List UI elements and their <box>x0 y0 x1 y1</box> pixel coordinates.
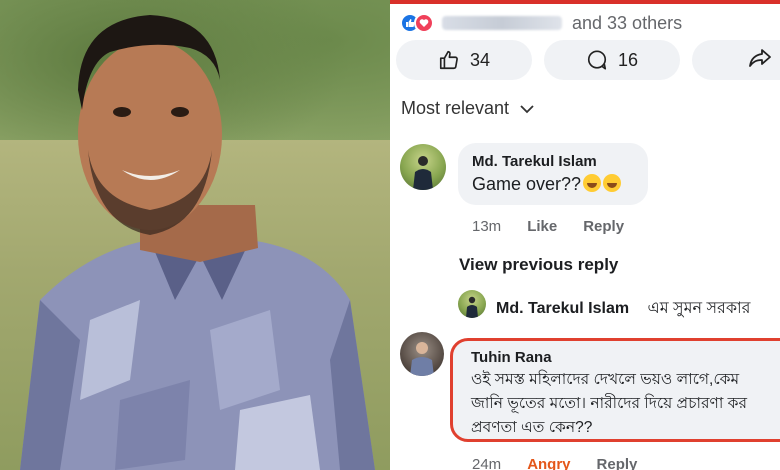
reactions-summary[interactable]: and 33 others <box>400 10 682 36</box>
comment-time: 24m <box>472 456 502 470</box>
comment-line: ওই সমস্ত মহিলাদের দেখলে ভয়ও লাগে,কেম <box>471 371 740 388</box>
reply-link[interactable]: Reply <box>583 218 624 235</box>
comment-bubble: Md. Tarekul Islam Game over?? <box>458 143 648 205</box>
highlighted-comment-bubble: Tuhin Rana ওই সমস্ত মহিলাদের দেখলে ভয়ও … <box>450 338 780 442</box>
comment-count-button[interactable]: 16 <box>544 40 680 80</box>
angry-reaction-link[interactable]: Angry <box>527 456 570 470</box>
comment-line: প্রবণতা এত কেন?? <box>471 419 593 436</box>
chevron-down-icon <box>519 98 535 119</box>
person-icon <box>410 342 434 376</box>
love-reaction-icon <box>414 13 434 33</box>
reactions-others-text: and 33 others <box>572 12 683 33</box>
like-link[interactable]: Like <box>527 218 557 235</box>
thumbs-up-icon <box>438 49 460 71</box>
like-count-button[interactable]: 34 <box>396 40 532 80</box>
reply-text: এম সুমন সরকার <box>647 300 751 317</box>
comment-meta: 13m Like Reply <box>472 218 624 235</box>
comment-line: জানি ভূতের মতো। নারীদের দিয়ে প্রচারণা ক… <box>471 395 748 412</box>
avatar[interactable] <box>400 144 446 190</box>
comment-time: 13m <box>472 218 502 235</box>
comment-count: 16 <box>617 49 639 70</box>
man-illustration <box>20 15 375 470</box>
comment-author[interactable]: Tuhin Rana <box>471 349 780 366</box>
sort-label: Most relevant <box>401 98 510 118</box>
avatar[interactable] <box>400 332 444 376</box>
reply-preview[interactable]: Md. Tarekul Islam এম সুমন সরকার <box>496 295 751 322</box>
highlight-topline <box>390 0 780 4</box>
blurred-name <box>442 16 562 30</box>
person-icon <box>413 156 433 190</box>
avatar[interactable] <box>458 290 486 318</box>
comment-text: Game over?? <box>472 174 634 195</box>
view-previous-reply-link[interactable]: View previous reply <box>459 255 618 275</box>
like-count: 34 <box>469 49 491 70</box>
share-button[interactable] <box>692 40 780 80</box>
sort-dropdown[interactable]: Most relevant <box>401 98 535 119</box>
person-icon <box>466 296 478 318</box>
grinning-emoji-icon <box>583 174 602 192</box>
reply-link[interactable]: Reply <box>597 456 638 470</box>
grinning-emoji-icon <box>603 174 622 192</box>
comment-meta: 24m Angry Reply <box>472 456 637 470</box>
portrait-photo <box>0 0 390 470</box>
facebook-comment-panel: and 33 others 34 16 Most relevant Md. Ta… <box>390 0 780 470</box>
reply-author: Md. Tarekul Islam <box>496 300 630 317</box>
share-arrow-icon <box>748 47 772 74</box>
comment-bubble-icon <box>586 49 608 71</box>
comment-author[interactable]: Md. Tarekul Islam <box>472 153 634 170</box>
comment-text: ওই সমস্ত মহিলাদের দেখলে ভয়ও লাগে,কেম জা… <box>471 368 780 440</box>
comment-text-content: Game over?? <box>472 174 582 194</box>
